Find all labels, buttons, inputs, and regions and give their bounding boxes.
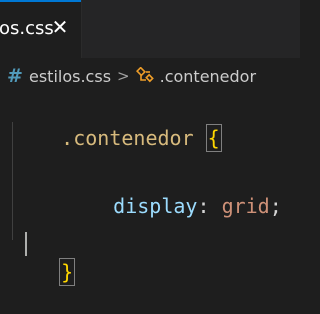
breadcrumb: # estilos.css > .contenedor (0, 58, 300, 94)
tab-label: los.css (0, 18, 54, 39)
chevron-right-icon: > (117, 67, 130, 85)
code-editor[interactable]: .contenedor { display: grid; } (0, 94, 300, 286)
css-property: display (113, 194, 198, 218)
code-line-1: .contenedor { (13, 96, 222, 152)
open-brace: { (205, 124, 222, 152)
code-line-5: } (11, 230, 76, 286)
css-file-icon: # (7, 65, 23, 87)
breadcrumb-item-symbol[interactable]: .contenedor (160, 67, 256, 86)
close-icon[interactable]: ✕ (49, 14, 71, 40)
code-line-3: display: grid; (113, 194, 282, 218)
css-selector: .contenedor (61, 126, 194, 150)
breadcrumb-item-file[interactable]: estilos.css (29, 67, 111, 86)
tab-estilos-css[interactable]: los.css ✕ (0, 0, 82, 58)
text-cursor (25, 232, 27, 256)
close-brace: } (59, 258, 76, 286)
tab-bar: los.css ✕ (0, 0, 300, 58)
class-symbol-icon (135, 66, 156, 85)
css-value: grid (221, 194, 270, 218)
